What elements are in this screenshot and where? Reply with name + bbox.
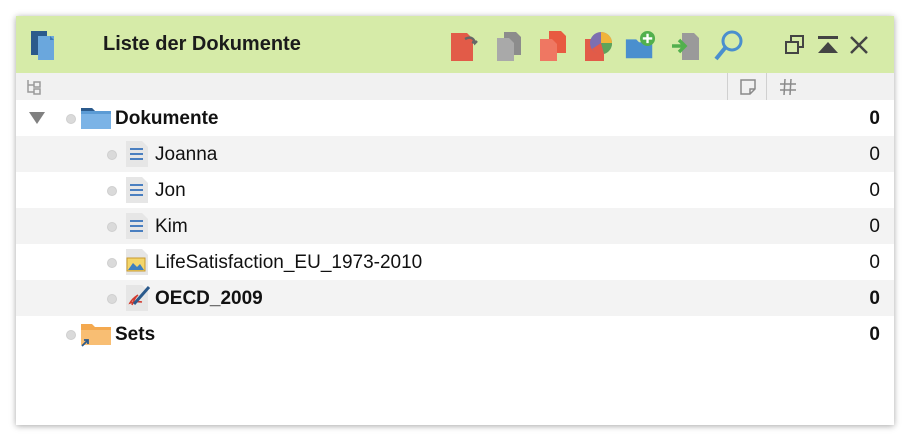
coded-segments-count: 0 xyxy=(869,324,880,345)
text-document-icon xyxy=(126,141,148,167)
document-row[interactable]: Kim 0 xyxy=(16,208,894,244)
window-title: Liste der Dokumente xyxy=(103,33,301,55)
restore-icon[interactable] xyxy=(782,32,808,58)
status-dot[interactable] xyxy=(66,330,76,340)
text-document-icon xyxy=(126,177,148,203)
sets-folder-icon xyxy=(81,324,111,347)
collapse-icon[interactable] xyxy=(815,32,841,58)
coded-segments-count: 0 xyxy=(869,144,880,165)
duplicate-icon[interactable] xyxy=(494,29,526,63)
column-separator[interactable] xyxy=(766,73,767,100)
document-label: Jon xyxy=(155,180,186,201)
coded-segments-count: 0 xyxy=(869,252,880,273)
new-folder-icon[interactable] xyxy=(624,29,656,63)
import-icon[interactable] xyxy=(448,29,480,63)
coded-segments-count: 0 xyxy=(869,288,880,309)
tree-root-row[interactable]: Dokumente 0 xyxy=(16,100,894,136)
status-dot[interactable] xyxy=(107,222,117,232)
document-system-icon xyxy=(31,31,54,60)
status-dot[interactable] xyxy=(66,114,76,124)
document-label: Kim xyxy=(155,216,188,237)
chart-icon[interactable] xyxy=(582,29,614,63)
memo-icon[interactable] xyxy=(739,78,757,96)
document-label: Joanna xyxy=(155,144,218,165)
search-icon[interactable] xyxy=(713,29,745,63)
status-dot[interactable] xyxy=(107,258,117,268)
export-icon[interactable] xyxy=(670,29,702,63)
document-row[interactable]: LifeSatisfaction_EU_1973-2010 0 xyxy=(16,244,894,280)
hash-icon[interactable] xyxy=(779,78,797,96)
document-row[interactable]: Joanna 0 xyxy=(16,136,894,172)
image-document-icon xyxy=(126,249,148,275)
column-header xyxy=(16,73,894,100)
status-dot[interactable] xyxy=(107,150,117,160)
document-label: LifeSatisfaction_EU_1973-2010 xyxy=(155,252,423,273)
column-separator[interactable] xyxy=(727,73,728,100)
coded-segments-count: 0 xyxy=(869,216,880,237)
tree-root-label: Dokumente xyxy=(115,108,219,129)
folder-icon xyxy=(81,108,111,129)
titlebar: Liste der Dokumente xyxy=(16,16,894,73)
document-tree: Dokumente 0 Joanna 0 Jon 0 Kim 0 LifeSat… xyxy=(16,100,894,352)
expand-triangle-icon[interactable] xyxy=(28,111,46,125)
tree-icon[interactable] xyxy=(25,78,43,96)
document-label: OECD_2009 xyxy=(155,288,263,309)
documents-icon[interactable] xyxy=(537,29,569,63)
sets-label: Sets xyxy=(115,324,156,345)
coded-segments-count: 0 xyxy=(869,108,880,129)
text-document-icon xyxy=(126,213,148,239)
close-icon[interactable] xyxy=(846,32,872,58)
sets-row[interactable]: Sets 0 xyxy=(16,316,894,352)
document-row[interactable]: Jon 0 xyxy=(16,172,894,208)
document-row[interactable]: OECD_2009 0 xyxy=(16,280,894,316)
document-list-window: Liste der Dokumente Dokumente 0 Joanna 0… xyxy=(16,16,894,425)
pdf-document-icon xyxy=(126,285,150,311)
status-dot[interactable] xyxy=(107,294,117,304)
status-dot[interactable] xyxy=(107,186,117,196)
coded-segments-count: 0 xyxy=(869,180,880,201)
